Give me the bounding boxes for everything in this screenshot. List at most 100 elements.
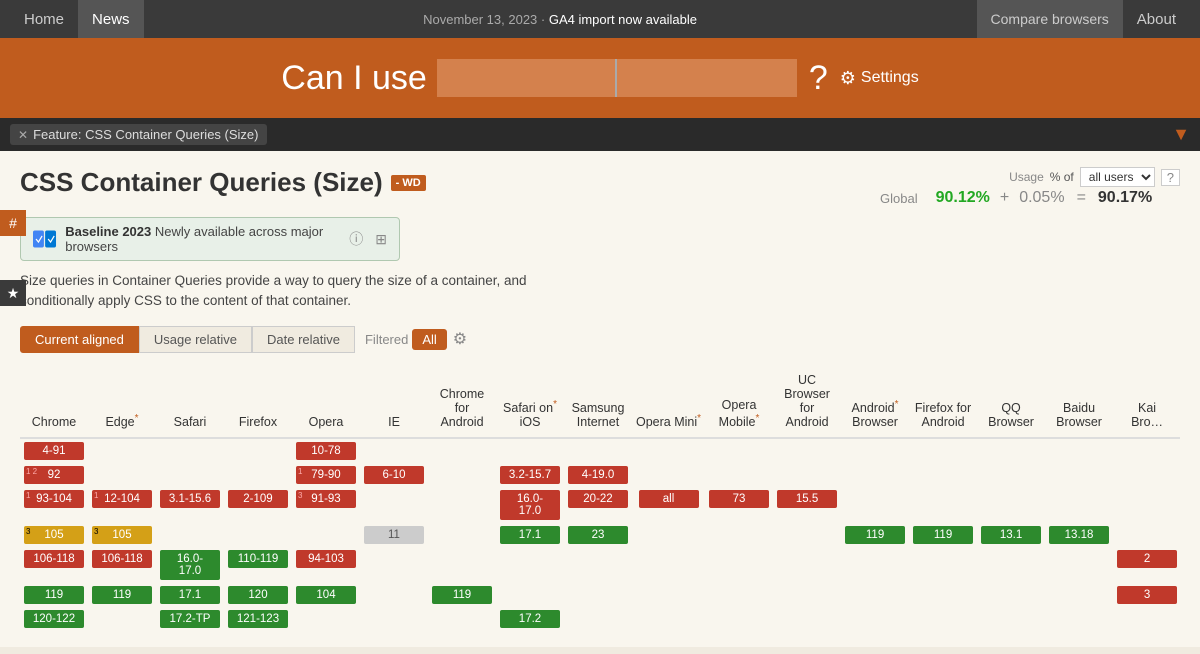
filtered-label: Filtered [365,332,408,347]
info-icon[interactable]: ⓘ [349,229,363,249]
uc-v4 [773,523,841,547]
uc-v3[interactable]: 15.5 [773,487,841,523]
samsung-v4[interactable]: 23 [564,523,632,547]
nav-announcement: GA4 import now available [549,12,697,27]
opera-v3[interactable]: 391-93 [292,487,360,523]
safari-v2 [156,463,224,487]
android-v5 [841,547,909,583]
samsung-v2[interactable]: 4-19.0 [564,463,632,487]
chrome-v5[interactable]: 106-118 [20,547,88,583]
qq-v6 [977,583,1045,607]
ie-v5 [360,547,428,583]
star-icon-btn[interactable]: ★ [0,280,26,306]
chrome-v6[interactable]: 119 [20,583,88,607]
uc-v7 [773,607,841,631]
search-inputs [437,59,797,97]
opera-mobile-v2 [705,463,773,487]
version-row-5: 106-118 106-118 16.0-17.0 110-119 94-103 [20,547,1180,583]
firefox-android-v4[interactable]: 119 [909,523,977,547]
safari-v7[interactable]: 17.2-TP [156,607,224,631]
edge-v6[interactable]: 119 [88,583,156,607]
close-icon[interactable]: ✕ [18,128,28,142]
version-row-6: 119 119 17.1 120 104 119 [20,583,1180,607]
safari-v6[interactable]: 17.1 [156,583,224,607]
users-select[interactable]: all users [1080,167,1155,187]
opera-v5[interactable]: 94-103 [292,547,360,583]
edge-v5[interactable]: 106-118 [88,547,156,583]
opera-v2[interactable]: 179-90 [292,463,360,487]
usage-partial: 0.05% [1019,189,1064,207]
tab-date-relative[interactable]: Date relative [252,326,355,353]
firefox-v5[interactable]: 110-119 [224,547,292,583]
tab-current-aligned[interactable]: Current aligned [20,326,139,353]
filter-tag[interactable]: ✕ Feature: CSS Container Queries (Size) [10,124,267,145]
firefox-v6[interactable]: 120 [224,583,292,607]
safari-v3[interactable]: 3.1-15.6 [156,487,224,523]
firefox-v3[interactable]: 2-109 [224,487,292,523]
safari-ios-v2[interactable]: 3.2-15.7 [496,463,564,487]
chrome-v3[interactable]: 193-104 [20,487,88,523]
kai-v5[interactable]: 2 [1113,547,1180,583]
firefox-v2 [224,463,292,487]
safari-ios-v4[interactable]: 17.1 [496,523,564,547]
nav-about[interactable]: About [1123,0,1190,38]
android-v2 [841,463,909,487]
opera-v6[interactable]: 104 [292,583,360,607]
th-chrome-android: ChromeforAndroid [428,369,496,438]
firefox-v1 [224,438,292,463]
opera-mini-v3[interactable]: all [632,487,705,523]
th-edge: Edge* [88,369,156,438]
safari-v5[interactable]: 16.0-17.0 [156,547,224,583]
question-button[interactable]: ? [1161,169,1180,186]
edge-v3[interactable]: 112-104 [88,487,156,523]
opera-mobile-v3[interactable]: 73 [705,487,773,523]
search-input-2[interactable] [617,59,797,97]
search-input-1[interactable] [437,59,617,97]
chrome-android-v6[interactable]: 119 [428,583,496,607]
chrome-v1[interactable]: 4-91 [20,438,88,463]
baseline-text: Baseline 2023 Newly available across maj… [65,224,337,254]
baseline-year: Baseline 2023 [65,224,151,239]
android-v6 [841,583,909,607]
search-title: Can I use [281,59,427,98]
kai-v6[interactable]: 3 [1113,583,1180,607]
nav-news[interactable]: News [78,0,144,38]
kai-v3 [1113,487,1180,523]
ie-v4[interactable]: 11 [360,523,428,547]
opera-mini-v4 [632,523,705,547]
nav-home[interactable]: Home [10,0,78,38]
samsung-v3[interactable]: 20-22 [564,487,632,523]
qq-v1 [977,438,1045,463]
chrome-android-v7 [428,607,496,631]
chrome-v4[interactable]: 3105 [20,523,88,547]
filter-icon[interactable]: ▼ [1172,124,1190,145]
firefox-v7[interactable]: 121-123 [224,607,292,631]
bookmark-icon[interactable]: ⊞ [375,231,387,248]
safari-ios-v3[interactable]: 16.0-17.0 [496,487,564,523]
safari-v1 [156,438,224,463]
opera-v1[interactable]: 10-78 [292,438,360,463]
ie-v2[interactable]: 6-10 [360,463,428,487]
uc-v6 [773,583,841,607]
firefox-android-v1 [909,438,977,463]
baidu-v4[interactable]: 13.18 [1045,523,1113,547]
chrome-v2[interactable]: 1 292 [20,463,88,487]
feature-stats: Usage % of all users ? Global 90.12% + 0… [880,167,1180,207]
search-question-mark: ? [809,59,828,98]
th-chrome: Chrome [20,369,88,438]
nav-compare[interactable]: Compare browsers [977,0,1123,38]
percent-of: % of [1050,170,1074,184]
safari-ios-v7[interactable]: 17.2 [496,607,564,631]
edge-v4[interactable]: 3105 [88,523,156,547]
feature-title-area: CSS Container Queries (Size) - WD [20,167,880,198]
chrome-v7[interactable]: 120-122 [20,607,88,631]
chrome-android-v4 [428,523,496,547]
table-settings-gear[interactable]: ⚙ [453,329,467,349]
search-settings[interactable]: ⚙ Settings [840,68,919,89]
android-v4[interactable]: 119 [841,523,909,547]
tab-usage-relative[interactable]: Usage relative [139,326,252,353]
all-badge[interactable]: All [412,329,446,350]
qq-v4[interactable]: 13.1 [977,523,1045,547]
left-icons: # ★ [0,210,26,308]
hash-icon-btn[interactable]: # [0,210,26,236]
